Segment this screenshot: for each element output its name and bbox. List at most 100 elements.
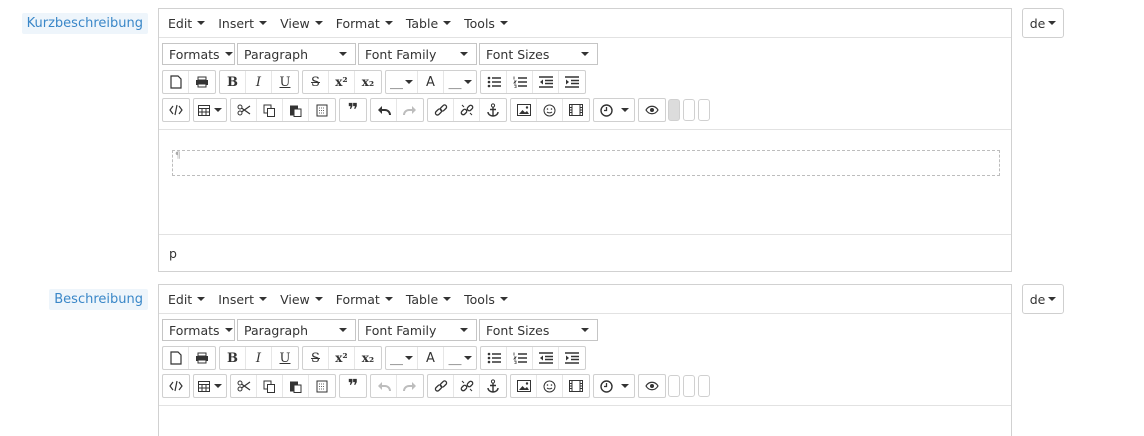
emoticon-icon[interactable] [537, 375, 563, 397]
paste-text-icon[interactable] [309, 375, 335, 397]
toolbar-extra-button[interactable] [668, 99, 680, 121]
link-icon[interactable] [428, 375, 454, 397]
bold-button[interactable]: B [220, 71, 246, 93]
redo-icon[interactable] [397, 375, 423, 397]
indent-icon[interactable] [559, 71, 585, 93]
image-icon[interactable] [511, 375, 537, 397]
indent-icon[interactable] [559, 347, 585, 369]
formats-select[interactable]: Formats [162, 43, 235, 65]
unlink-icon[interactable] [454, 99, 480, 121]
outdent-icon[interactable] [533, 71, 559, 93]
insert-datetime-button[interactable] [594, 375, 634, 397]
print-icon[interactable] [189, 71, 215, 93]
text-color-icon[interactable]: A [418, 71, 444, 93]
new-document-icon[interactable] [163, 347, 189, 369]
clock-icon [599, 103, 613, 117]
unlink-icon[interactable] [454, 375, 480, 397]
insert-datetime-button[interactable] [594, 99, 634, 121]
new-document-icon[interactable] [163, 71, 189, 93]
cut-icon[interactable] [231, 99, 257, 121]
numbered-list-icon[interactable] [507, 347, 533, 369]
paste-text-icon[interactable] [309, 99, 335, 121]
undo-icon[interactable] [371, 99, 397, 121]
bullet-list-icon[interactable] [481, 347, 507, 369]
paste-icon[interactable] [283, 375, 309, 397]
table-icon[interactable] [194, 99, 226, 121]
editor-content[interactable] [159, 405, 1011, 436]
preview-eye-icon[interactable] [639, 99, 665, 121]
italic-button[interactable]: I [246, 347, 272, 369]
anchor-icon[interactable] [480, 375, 506, 397]
copy-icon[interactable] [257, 375, 283, 397]
text-color-button[interactable]: __ [444, 71, 476, 93]
chevron-down-icon [197, 297, 206, 301]
print-icon[interactable] [189, 347, 215, 369]
bullet-list-icon[interactable] [481, 71, 507, 93]
undo-icon[interactable] [371, 375, 397, 397]
code-icon[interactable] [163, 99, 189, 121]
anchor-icon[interactable] [480, 99, 506, 121]
italic-button[interactable]: I [246, 71, 272, 93]
empty-paragraph[interactable]: ¶ [172, 150, 1000, 176]
menu-format[interactable]: Format [331, 16, 401, 31]
menu-insert[interactable]: Insert [213, 292, 275, 307]
link-icon[interactable] [428, 99, 454, 121]
font-sizes-select[interactable]: Font Sizes [479, 43, 598, 65]
menu-edit[interactable]: Edit [163, 292, 213, 307]
background-color-button[interactable]: __ [386, 347, 418, 369]
text-color-icon[interactable]: A [418, 347, 444, 369]
underline-button[interactable]: U [272, 347, 298, 369]
toolbar-extra-button[interactable] [668, 375, 680, 397]
strikethrough-button[interactable]: S [303, 71, 329, 93]
font-sizes-select[interactable]: Font Sizes [479, 319, 598, 341]
language-select[interactable]: de [1022, 284, 1064, 314]
background-color-button[interactable]: __ [386, 71, 418, 93]
font-family-select[interactable]: Font Family [358, 319, 477, 341]
superscript-button[interactable]: x² [329, 347, 355, 369]
underline-button[interactable]: U [272, 71, 298, 93]
redo-icon[interactable] [397, 99, 423, 121]
menu-tools[interactable]: Tools [459, 16, 516, 31]
blockquote-icon[interactable]: ❞ [340, 99, 366, 121]
toolbar-group [510, 374, 590, 398]
menu-view[interactable]: View [275, 16, 331, 31]
statusbar-path[interactable]: p [159, 234, 1011, 271]
outdent-icon[interactable] [533, 347, 559, 369]
menu-format[interactable]: Format [331, 292, 401, 307]
copy-icon[interactable] [257, 99, 283, 121]
menu-table[interactable]: Table [401, 292, 459, 307]
cut-icon[interactable] [231, 375, 257, 397]
subscript-button[interactable]: x₂ [355, 347, 381, 369]
language-select[interactable]: de [1022, 8, 1064, 38]
bold-button[interactable]: B [220, 347, 246, 369]
paste-icon[interactable] [283, 99, 309, 121]
menu-table[interactable]: Table [401, 16, 459, 31]
media-icon[interactable] [563, 375, 589, 397]
block-format-select[interactable]: Paragraph [237, 43, 356, 65]
menu-view[interactable]: View [275, 292, 331, 307]
toolbar-extra-button[interactable] [698, 99, 710, 121]
numbered-list-icon[interactable] [507, 71, 533, 93]
toolbar-extra-button[interactable] [698, 375, 710, 397]
clock-icon [599, 379, 613, 393]
media-icon[interactable] [563, 99, 589, 121]
superscript-button[interactable]: x² [329, 71, 355, 93]
toolbar-extra-button[interactable] [683, 99, 695, 121]
table-icon[interactable] [194, 375, 226, 397]
block-format-select[interactable]: Paragraph [237, 319, 356, 341]
menu-edit[interactable]: Edit [163, 16, 213, 31]
code-icon[interactable] [163, 375, 189, 397]
strikethrough-button[interactable]: S [303, 347, 329, 369]
blockquote-icon[interactable]: ❞ [340, 375, 366, 397]
menu-insert[interactable]: Insert [213, 16, 275, 31]
subscript-button[interactable]: x₂ [355, 71, 381, 93]
toolbar-extra-button[interactable] [683, 375, 695, 397]
text-color-button[interactable]: __ [444, 347, 476, 369]
image-icon[interactable] [511, 99, 537, 121]
formats-select[interactable]: Formats [162, 319, 235, 341]
editor-content[interactable]: ¶ [159, 129, 1011, 234]
menu-tools[interactable]: Tools [459, 292, 516, 307]
preview-eye-icon[interactable] [639, 375, 665, 397]
emoticon-icon[interactable] [537, 99, 563, 121]
font-family-select[interactable]: Font Family [358, 43, 477, 65]
